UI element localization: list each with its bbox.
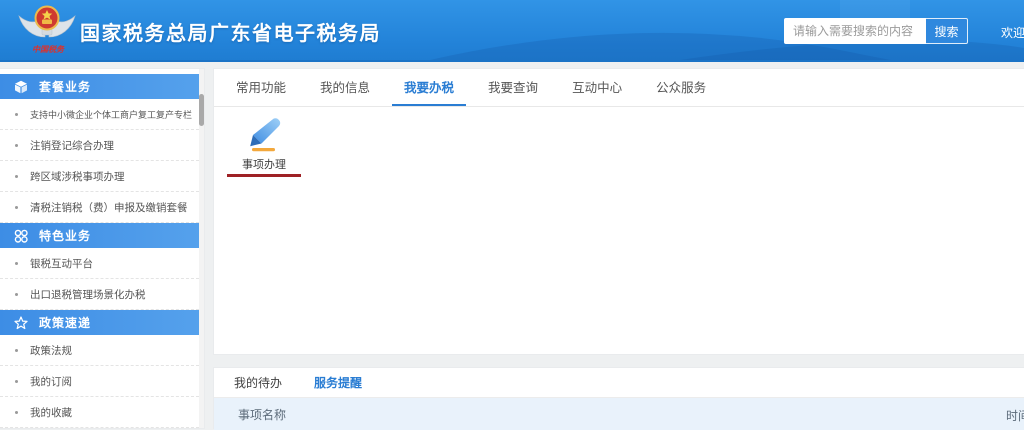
tile-matter-handling[interactable]: 事项办理 xyxy=(227,116,301,177)
pencil-icon xyxy=(245,116,283,153)
sidebar-item-my-subscriptions[interactable]: 我的订阅 xyxy=(0,366,199,397)
header-search: 搜索 xyxy=(784,18,968,44)
tax-bureau-emblem-logo xyxy=(16,3,78,47)
sidebar-item-label: 我的订阅 xyxy=(30,374,72,389)
sidebar-section-package-business[interactable]: 套餐业务 xyxy=(0,74,199,99)
sidebar-item-cross-region[interactable]: 跨区域涉税事项办理 xyxy=(0,161,199,192)
left-sidebar: 套餐业务 支持中小微企业个体工商户复工复产专栏 注销登记综合办理 跨区域涉税事项… xyxy=(0,68,205,429)
site-title: 国家税务总局广东省电子税务局 xyxy=(80,17,381,46)
sidebar-item-label: 政策法规 xyxy=(30,343,72,358)
sidebar-item-label: 我的收藏 xyxy=(30,405,72,420)
annotation-red-underline xyxy=(227,174,301,177)
tab-i-want-to-query[interactable]: 我要查询 xyxy=(476,69,550,106)
star-icon xyxy=(13,315,28,330)
welcome-text: 欢迎, xyxy=(1001,24,1024,41)
tab-my-todo[interactable]: 我的待办 xyxy=(234,374,282,391)
sidebar-item-small-business-column[interactable]: 支持中小微企业个体工商户复工复产专栏 xyxy=(0,99,199,130)
logo-caption: 中国税务 xyxy=(20,44,76,55)
sidebar-section-featured-business[interactable]: 特色业务 xyxy=(0,223,199,248)
sidebar-item-label: 银税互动平台 xyxy=(30,256,93,271)
sidebar-item-tax-clearance[interactable]: 清税注销税（费）申报及缴销套餐 xyxy=(0,192,199,223)
search-input[interactable] xyxy=(784,18,926,44)
sidebar-item-deregistration[interactable]: 注销登记综合办理 xyxy=(0,130,199,161)
sidebar-item-label: 注销登记综合办理 xyxy=(30,138,114,153)
sidebar-scrollbar-thumb[interactable] xyxy=(199,94,204,126)
tab-i-want-to-do-tax[interactable]: 我要办税 xyxy=(392,69,466,106)
sidebar-scrollbar-track[interactable] xyxy=(199,69,204,428)
sidebar-section-label: 政策速递 xyxy=(39,314,91,331)
sidebar-item-bank-tax-platform[interactable]: 银税互动平台 xyxy=(0,248,199,279)
sidebar-item-label: 出口退税管理场景化办税 xyxy=(30,287,146,302)
todo-panel-card: 我的待办 服务提醒 事项名称 时间 xyxy=(213,367,1024,429)
grid-icon xyxy=(13,228,28,243)
tab-public-services[interactable]: 公众服务 xyxy=(644,69,718,106)
tile-label: 事项办理 xyxy=(227,156,301,172)
tab-interaction-center[interactable]: 互动中心 xyxy=(560,69,634,106)
tab-my-information[interactable]: 我的信息 xyxy=(308,69,382,106)
sidebar-section-label: 套餐业务 xyxy=(39,78,91,95)
main-tab-bar: 常用功能 我的信息 我要办税 我要查询 互动中心 公众服务 xyxy=(214,69,1024,107)
main-content-card: 常用功能 我的信息 我要办税 我要查询 互动中心 公众服务 事项办理 xyxy=(213,68,1024,355)
todo-table-header-row: 事项名称 时间 xyxy=(214,398,1024,430)
column-header-matter-name: 事项名称 xyxy=(238,406,286,423)
todo-tab-bar: 我的待办 服务提醒 xyxy=(214,368,1024,398)
tab-service-reminder[interactable]: 服务提醒 xyxy=(314,374,362,391)
sidebar-item-policy-regulations[interactable]: 政策法规 xyxy=(0,335,199,366)
sidebar-item-label: 跨区域涉税事项办理 xyxy=(30,169,125,184)
sidebar-section-policy-express[interactable]: 政策速递 xyxy=(0,310,199,335)
package-icon xyxy=(13,79,28,94)
column-header-time: 时间 xyxy=(1006,407,1024,424)
tab-common-functions[interactable]: 常用功能 xyxy=(224,69,298,106)
sidebar-item-label: 清税注销税（费）申报及缴销套餐 xyxy=(30,200,188,215)
sidebar-item-export-rebate[interactable]: 出口退税管理场景化办税 xyxy=(0,279,199,310)
search-button[interactable]: 搜索 xyxy=(926,18,968,44)
sidebar-section-label: 特色业务 xyxy=(39,227,91,244)
sidebar-item-my-favorites[interactable]: 我的收藏 xyxy=(0,397,199,428)
sidebar-item-label: 支持中小微企业个体工商户复工复产专栏 xyxy=(30,108,192,121)
top-header: 中国税务 国家税务总局广东省电子税务局 搜索 欢迎, xyxy=(0,0,1024,62)
